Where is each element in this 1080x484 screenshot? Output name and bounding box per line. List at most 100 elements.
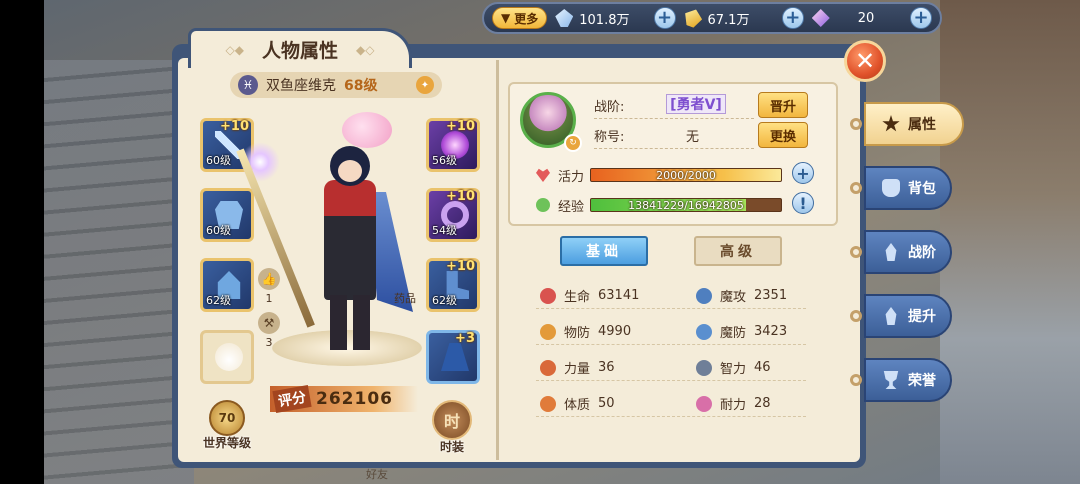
stat-value: 28 (754, 396, 771, 411)
side-tab-0[interactable]: 属性 (864, 102, 964, 146)
side-tab-label: 荣誉 (908, 373, 936, 389)
tab-basic[interactable]: 基础 (560, 236, 648, 266)
item-level: 56级 (432, 154, 457, 167)
equip-slot-cape[interactable]: +3 (426, 330, 480, 384)
stat-icon (696, 395, 712, 412)
hero-body (324, 180, 376, 300)
close-button[interactable]: ✕ (844, 40, 886, 82)
stat-icon (540, 395, 556, 412)
stat-icon (540, 359, 556, 376)
side-tab-3[interactable]: 提升 (864, 294, 952, 338)
score-bar: 评分 262106 (270, 385, 418, 413)
screen-edge (0, 0, 44, 484)
title-value: 无 (686, 130, 700, 145)
promote-button[interactable]: 晋升 (758, 92, 808, 118)
character-level: 68级 (344, 78, 378, 94)
thumbs-up-icon: 👍 (258, 268, 280, 290)
gold-ingot-icon (681, 6, 704, 29)
stat-label: 魔攻 (720, 290, 747, 305)
add-gold-button[interactable]: + (781, 7, 804, 29)
stat-label: 耐力 (720, 398, 747, 413)
chevron-down-icon: ▼ (501, 11, 511, 25)
change-title-button[interactable]: 更换 (758, 122, 808, 148)
stat-label: 物防 (564, 326, 591, 341)
equip-slot-ring[interactable]: +10 54级 (426, 188, 480, 242)
side-tab-label: 战阶 (908, 245, 936, 261)
equip-slot-helm[interactable]: 62级 (200, 258, 254, 312)
stat-label: 力量 (564, 362, 591, 377)
add-vitality-button[interactable]: + (792, 162, 814, 184)
friends-label[interactable]: 好友 (366, 466, 388, 482)
enhance-level: +3 (455, 331, 475, 346)
hammer-counter[interactable]: ⚒ 3 (258, 312, 280, 349)
badge-icon[interactable]: ✦ (416, 76, 434, 94)
more-button[interactable]: ▼ 更多 (492, 7, 548, 29)
score-value: 262106 (316, 389, 393, 409)
binder-ring (850, 246, 862, 258)
exp-info-button[interactable]: ! (792, 192, 814, 214)
title-ornament-right-icon: ◆◇ (356, 42, 375, 57)
purple-crystal-icon (811, 9, 830, 27)
bag-icon (882, 179, 900, 197)
fashion-button[interactable]: 时 时装 (426, 400, 478, 455)
character-name: 双鱼座维克 (266, 78, 336, 94)
rank-label: 战阶: (594, 100, 625, 115)
equip-slot-orb[interactable]: +10 56级 (426, 118, 480, 172)
character-model[interactable] (300, 130, 413, 355)
world-level-label: 世界等级 (202, 436, 251, 450)
enhance-level: +10 (446, 119, 475, 134)
exp-label: 经验 (558, 200, 585, 215)
stat-label: 魔防 (720, 326, 747, 341)
flame-icon (885, 243, 897, 261)
refresh-icon[interactable]: ↻ (564, 134, 582, 152)
stat-row-divider (536, 308, 806, 309)
binder-ring (850, 182, 862, 194)
clover-icon (536, 198, 550, 212)
stat-icon (540, 323, 556, 340)
resource-crystal: 20 + (811, 7, 932, 29)
title-label: 称号: (594, 130, 625, 145)
side-tab-2[interactable]: 战阶 (864, 230, 952, 274)
equip-slot-pet[interactable] (200, 330, 254, 384)
score-tag: 评分 (272, 385, 312, 413)
world-level-button[interactable]: 70 世界等级 (198, 400, 256, 451)
panel-divider (496, 60, 499, 460)
side-tab-1[interactable]: 背包 (864, 166, 952, 210)
blue-diamond-icon (555, 9, 574, 27)
item-level: 60级 (206, 154, 231, 167)
gold-value: 67.1万 (707, 12, 750, 28)
diamond-value: 101.8万 (579, 12, 630, 28)
medal-icon: 70 (209, 400, 245, 436)
stat-icon (696, 287, 712, 304)
stat-value: 3423 (754, 324, 788, 339)
stat-value: 2351 (754, 288, 788, 303)
binder-ring (850, 374, 862, 386)
item-level: 60级 (206, 224, 231, 237)
side-tab-4[interactable]: 荣誉 (864, 358, 952, 402)
like-counter[interactable]: 👍 1 (258, 268, 280, 305)
stat-value: 50 (598, 396, 615, 411)
panel-title: 人物属性 (261, 40, 338, 62)
stat-4: 力量 36 (540, 358, 615, 377)
add-diamond-button[interactable]: + (653, 7, 676, 29)
equip-slot-boots[interactable]: +10 62级 (426, 258, 480, 312)
stat-value: 4990 (598, 324, 632, 339)
equip-slot-chest[interactable]: 60级 (200, 188, 254, 242)
hero-face (338, 160, 362, 182)
side-tab-label: 属性 (908, 117, 936, 133)
exp-text: 13841229/16942805 (628, 199, 744, 212)
plus-icon: + (796, 163, 810, 183)
vitality-label: 活力 (558, 170, 585, 185)
fashion-icon-glyph: 时 (443, 412, 460, 431)
crystal-value: 20 (857, 10, 875, 26)
tab-advanced[interactable]: 高级 (694, 236, 782, 266)
add-crystal-button[interactable]: + (910, 7, 932, 29)
pisces-icon: ♓ (238, 75, 258, 95)
stat-label: 体质 (564, 398, 591, 413)
hammer-count: 3 (265, 336, 273, 349)
stat-icon (696, 323, 712, 340)
stat-icon (696, 359, 712, 376)
stat-7: 耐力 28 (696, 394, 771, 413)
title-ornament-left-icon: ◇◆ (225, 42, 244, 57)
stat-label: 智力 (720, 362, 747, 377)
